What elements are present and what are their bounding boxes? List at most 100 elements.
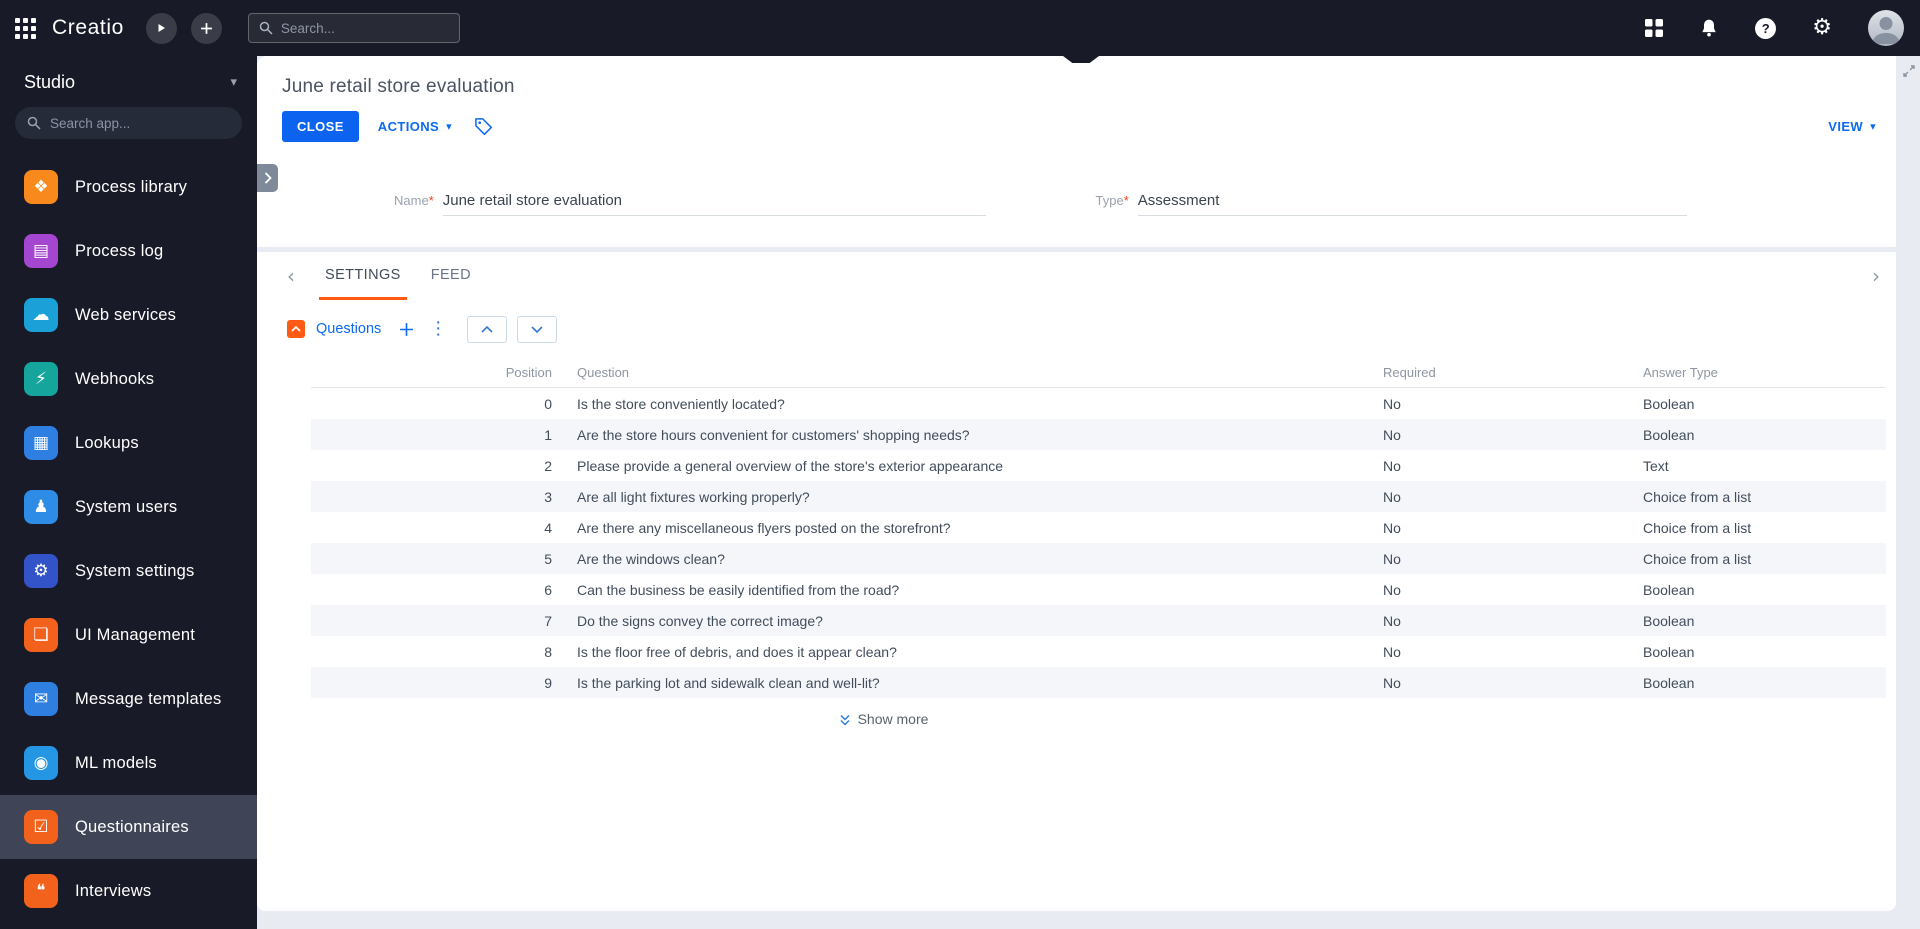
column-header-required[interactable]: Required [1359,365,1619,380]
table-row[interactable]: 5 Are the windows clean? No Choice from a l… [311,543,1886,574]
table-row[interactable]: 7 Do the signs convey the correct image? N… [311,605,1886,636]
collapse-section-button[interactable] [287,320,305,338]
type-field-value[interactable]: Assessment [1137,192,1687,216]
table-row[interactable]: 8 Is the floor free of debris, and does i… [311,636,1886,667]
table-row[interactable]: 0 Is the store conveniently located? No Boo… [311,388,1886,419]
tabs-scroll-right-icon[interactable]: › [1872,266,1880,286]
table-row[interactable]: 2 Please provide a general overview of th… [311,450,1886,481]
kebab-menu-icon[interactable]: ⋮ [429,320,447,338]
view-button[interactable]: VIEW ▾ [1828,119,1876,134]
cell-answer-type: Boolean [1643,581,1695,598]
new-record-button[interactable] [190,12,222,44]
sidebar-item-web-services[interactable]: ☁ Web services [0,283,257,347]
tabs-scroll-left-icon[interactable]: ‹ [287,266,295,286]
sidebar-item-label: Process log [75,241,164,260]
interviews-icon: ❝ [24,874,58,908]
cell-answer-type: Choice from a list [1643,488,1752,505]
sidebar: Studio ▾ ❖ Process library ▤ Process log ☁ We… [0,56,257,929]
search-icon [27,116,41,130]
questions-section-toolbar: Questions ⋮ [257,314,1896,344]
cell-position: 1 [544,426,552,443]
app-search-input[interactable] [50,115,230,131]
sidebar-item-process-library[interactable]: ❖ Process library [0,155,257,219]
table-row[interactable]: 6 Can the business be easily identified f… [311,574,1886,605]
add-question-button[interactable] [399,322,414,337]
column-header-question[interactable]: Question [554,365,1359,380]
cell-answer-type: Choice from a list [1643,550,1752,567]
cell-required: No [1383,612,1401,629]
move-up-button[interactable] [467,315,508,343]
type-field-label: Type* [1095,193,1129,208]
cell-question: Do the signs convey the correct image? [577,612,823,629]
tags-button[interactable] [474,117,493,136]
close-button[interactable]: CLOSE [282,111,359,142]
sidebar-item-label: Process library [75,177,188,196]
cell-answer-type: Boolean [1643,643,1695,660]
required-mark: * [1123,193,1129,208]
record-body-card: ‹ SETTINGSFEED › Questions ⋮ Position Q [257,252,1896,911]
tab-feed[interactable]: FEED [425,252,477,300]
global-search-input[interactable] [280,20,449,36]
cell-question: Is the parking lot and sidewalk clean an… [577,674,880,691]
message-templates-icon: ✉ [24,682,58,716]
expand-panel-handle[interactable] [257,164,278,192]
name-field-label: Name* [394,193,434,208]
cell-answer-type: Boolean [1643,612,1695,629]
questions-section-title[interactable]: Questions [316,321,381,337]
cell-answer-type: Choice from a list [1643,519,1752,536]
cell-required: No [1383,550,1401,567]
sidebar-item-ui-management[interactable]: ❏ UI Management [0,603,257,667]
cell-required: No [1383,426,1401,443]
sidebar-item-lookups[interactable]: ▦ Lookups [0,411,257,475]
app-search [15,107,242,139]
web-services-icon: ☁ [24,298,58,332]
user-avatar[interactable] [1868,10,1904,46]
table-row[interactable]: 1 Are the store hours convenient for cust… [311,419,1886,450]
column-header-answer-type[interactable]: Answer Type [1619,365,1886,380]
cell-required: No [1383,643,1401,660]
play-icon [158,24,166,32]
run-process-button[interactable] [145,12,177,44]
show-more-button[interactable]: Show more [839,711,928,727]
cell-position: 0 [544,395,552,412]
record-header-card: June retail store evaluation CLOSE ACTIO… [257,56,1896,247]
sidebar-item-label: Lookups [75,433,139,452]
name-field-value[interactable]: June retail store evaluation [442,192,986,216]
help-icon[interactable]: ? [1755,17,1777,39]
table-row[interactable]: 3 Are all light fixtures working properly… [311,481,1886,512]
tab-settings[interactable]: SETTINGS [319,252,407,300]
move-down-button[interactable] [517,315,558,343]
workspace-name: Studio [24,72,76,92]
cell-answer-type: Boolean [1643,426,1695,443]
notifications-bell-icon[interactable] [1699,18,1719,38]
sidebar-item-ml-models[interactable]: ◉ ML models [0,731,257,795]
cell-required: No [1383,581,1401,598]
cell-answer-type: Boolean [1643,674,1695,691]
workspace-selector[interactable]: Studio ▾ [0,56,257,93]
resize-handle-icon[interactable] [1902,64,1916,83]
record-toolbar: CLOSE ACTIONS ▾ VIEW ▾ [257,98,1896,142]
actions-button[interactable]: ACTIONS ▾ [378,119,452,134]
chevron-down-icon: ▾ [230,75,237,90]
sidebar-item-process-log[interactable]: ▤ Process log [0,219,257,283]
sidebar-item-interviews[interactable]: ❝ Interviews [0,859,257,923]
column-header-position[interactable]: Position [311,365,554,380]
sidebar-item-message-templates[interactable]: ✉ Message templates [0,667,257,731]
sidebar-item-system-settings[interactable]: ⚙ System settings [0,539,257,603]
table-row[interactable]: 9 Is the parking lot and sidewalk clean a… [311,667,1886,698]
sidebar-item-questionnaires[interactable]: ☑ Questionnaires [0,795,257,859]
chevron-down-icon: ▾ [446,120,453,133]
workspaces-tiles-icon[interactable] [1645,19,1664,37]
tab-list: SETTINGS FEED [319,252,477,300]
sidebar-item-label: Webhooks [75,369,155,388]
table-row[interactable]: 4 Are there any miscellaneous flyers post… [311,512,1886,543]
sidebar-item-webhooks[interactable]: ⚡ Webhooks [0,347,257,411]
cell-question: Are the windows clean? [577,550,725,567]
cell-position: 5 [544,550,552,567]
settings-gear-icon[interactable]: ⚙ [1812,17,1832,39]
questions-table-body: 0 Is the store conveniently located? No Boo… [311,388,1886,698]
sidebar-item-label: UI Management [75,625,195,644]
cell-position: 6 [544,581,552,598]
sidebar-item-system-users[interactable]: ♟ System users [0,475,257,539]
app-launcher-icon[interactable] [15,17,36,39]
